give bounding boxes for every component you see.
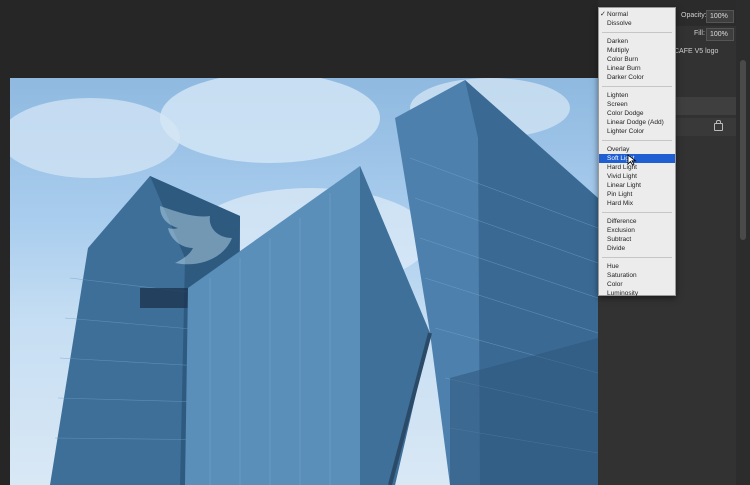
scrollbar-thumb[interactable]: [740, 60, 746, 240]
blend-mode-item[interactable]: Color Burn: [599, 55, 675, 64]
blend-mode-item[interactable]: Darken: [599, 37, 675, 46]
blend-mode-item[interactable]: Multiply: [599, 46, 675, 55]
blend-mode-item[interactable]: Linear Burn: [599, 64, 675, 73]
blend-mode-item[interactable]: Screen: [599, 100, 675, 109]
menu-separator: [602, 212, 672, 213]
blend-mode-item[interactable]: Darker Color: [599, 73, 675, 82]
panel-scrollbar[interactable]: [736, 0, 750, 485]
blend-mode-item[interactable]: Linear Light: [599, 181, 675, 190]
blend-mode-item[interactable]: Hue: [599, 262, 675, 271]
canvas-workspace[interactable]: [0, 0, 600, 485]
fill-field[interactable]: 100%: [706, 28, 734, 41]
blend-mode-item[interactable]: Luminosity: [599, 289, 675, 298]
blend-mode-item[interactable]: Divide: [599, 244, 675, 253]
buildings-photo: [10, 78, 598, 485]
lock-icon: [714, 120, 723, 131]
blend-mode-item[interactable]: Hard Light: [599, 163, 675, 172]
document-image[interactable]: [10, 78, 598, 485]
cursor-arrow-icon: [627, 154, 637, 166]
blend-mode-item[interactable]: Pin Light: [599, 190, 675, 199]
fill-label: Fill:: [694, 30, 705, 37]
menu-separator: [602, 86, 672, 87]
blend-mode-item[interactable]: Color Dodge: [599, 109, 675, 118]
checkmark-icon: ✓: [600, 11, 606, 18]
blend-mode-item[interactable]: Difference: [599, 217, 675, 226]
blend-mode-item[interactable]: Overlay: [599, 145, 675, 154]
blend-mode-item[interactable]: Color: [599, 280, 675, 289]
layer-name[interactable]: CAFE V5 logo: [674, 48, 718, 55]
blend-mode-item[interactable]: Lighten: [599, 91, 675, 100]
opacity-label: Opacity:: [681, 12, 707, 19]
blend-mode-item[interactable]: Soft Light: [599, 154, 675, 163]
blend-mode-item[interactable]: Subtract: [599, 235, 675, 244]
blend-mode-dropdown[interactable]: Normal ✓ Dissolve Darken Multiply Color Burn L…: [598, 7, 676, 298]
opacity-field[interactable]: 100%: [706, 10, 734, 23]
blend-mode-item[interactable]: Linear Dodge (Add): [599, 118, 675, 127]
blend-mode-item[interactable]: Normal ✓: [599, 10, 675, 19]
blend-mode-item[interactable]: Saturation: [599, 271, 675, 280]
blend-mode-item[interactable]: Lighter Color: [599, 127, 675, 136]
menu-separator: [602, 32, 672, 33]
blend-mode-item[interactable]: Dissolve: [599, 19, 675, 28]
menu-separator: [602, 140, 672, 141]
menu-separator: [602, 257, 672, 258]
blend-mode-item[interactable]: Exclusion: [599, 226, 675, 235]
blend-mode-item[interactable]: Vivid Light: [599, 172, 675, 181]
blend-mode-item[interactable]: Hard Mix: [599, 199, 675, 208]
